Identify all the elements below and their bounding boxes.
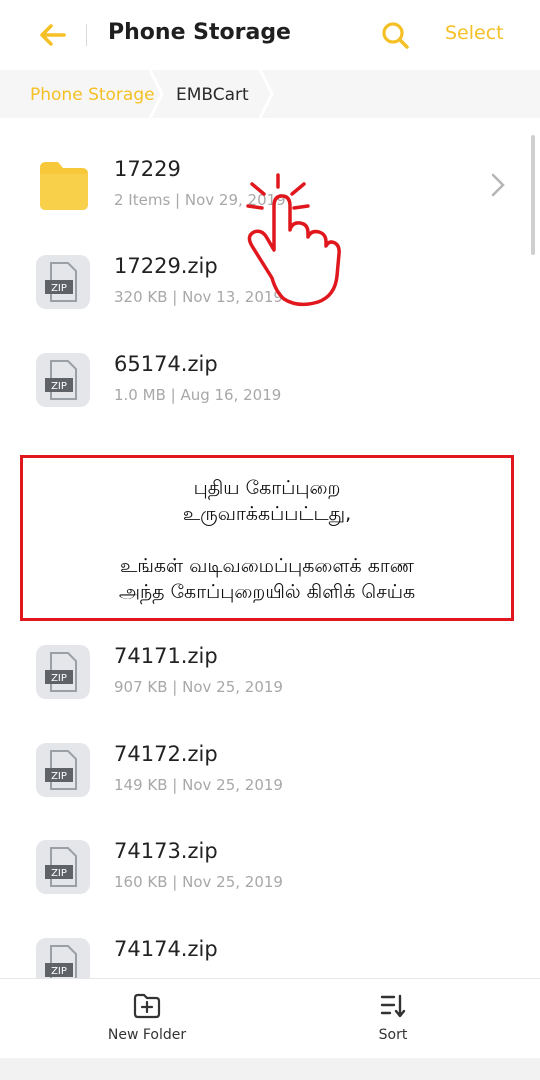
notice-line: அந்த கோப்புறையில் கிளிக் செய்க — [118, 581, 416, 603]
zip-file-icon: ZIP — [36, 645, 90, 699]
list-item-zip[interactable]: ZIP 65174.zip 1.0 MB | Aug 16, 2019 — [0, 333, 540, 430]
item-name: 17229 — [114, 157, 181, 181]
new-folder-icon — [133, 993, 161, 1019]
list-item-zip[interactable]: ZIP 74173.zip 160 KB | Nov 25, 2019 — [0, 820, 540, 917]
item-meta: 160 KB | Nov 25, 2019 — [114, 873, 283, 891]
scrollbar[interactable] — [531, 135, 535, 255]
search-button[interactable] — [380, 20, 410, 50]
item-name: 65174.zip — [114, 352, 218, 376]
item-meta: 149 KB | Nov 25, 2019 — [114, 776, 283, 794]
sort-icon — [380, 994, 406, 1018]
item-name: 17229.zip — [114, 254, 218, 278]
breadcrumb-separator-icon — [148, 70, 164, 118]
item-meta: 1.0 MB | Aug 16, 2019 — [114, 386, 282, 404]
arrow-left-icon — [40, 24, 66, 46]
system-nav-strip — [0, 1058, 540, 1080]
zip-file-icon: ZIP — [36, 938, 90, 978]
folder-icon — [40, 162, 88, 210]
zip-file-icon: ZIP — [36, 840, 90, 894]
notice-line: உருவாக்கப்பட்டது, — [182, 503, 352, 525]
zip-file-icon: ZIP — [36, 255, 90, 309]
zip-file-icon: ZIP — [36, 743, 90, 797]
sort-label: Sort — [378, 1027, 408, 1043]
tap-hand-icon — [246, 173, 341, 307]
app-header: Phone Storage Select — [0, 0, 540, 70]
bottom-action-bar: New Folder Sort — [0, 978, 540, 1059]
zip-badge-label: ZIP — [51, 673, 67, 684]
item-name: 74172.zip — [114, 742, 218, 766]
notice-line: உங்கள் வடிவமைப்புகளைக் காண — [120, 555, 414, 577]
item-name: 74171.zip — [114, 644, 218, 668]
zip-file-icon: ZIP — [36, 353, 90, 407]
breadcrumb-item-phone-storage[interactable]: Phone Storage — [30, 85, 155, 105]
zip-badge-label: ZIP — [51, 381, 67, 392]
zip-badge-label: ZIP — [51, 868, 67, 879]
item-name: 74173.zip — [114, 839, 218, 863]
breadcrumb: Phone Storage EMBCart — [0, 70, 540, 118]
breadcrumb-separator-icon — [258, 70, 274, 118]
search-icon — [382, 22, 409, 49]
list-item-zip[interactable]: ZIP 74172.zip 149 KB | Nov 25, 2019 — [0, 723, 540, 820]
sort-button[interactable]: Sort — [323, 993, 463, 1043]
header-divider — [86, 24, 87, 46]
back-button[interactable] — [36, 18, 70, 52]
list-item-zip[interactable]: ZIP 74171.zip 907 KB | Nov 25, 2019 — [0, 625, 540, 722]
instruction-notice: புதிய கோப்புறை உருவாக்கப்பட்டது, உங்கள் … — [20, 455, 514, 621]
new-folder-label: New Folder — [107, 1027, 187, 1043]
zip-badge-label: ZIP — [51, 966, 67, 977]
list-item-zip[interactable]: ZIP 74174.zip — [0, 918, 540, 978]
new-folder-button[interactable]: New Folder — [77, 993, 217, 1043]
chevron-right-icon — [491, 173, 505, 197]
select-button[interactable]: Select — [445, 22, 504, 44]
zip-badge-label: ZIP — [51, 283, 67, 294]
notice-line: புதிய கோப்புறை — [193, 477, 341, 499]
zip-badge-label: ZIP — [51, 771, 67, 782]
item-meta: 907 KB | Nov 25, 2019 — [114, 678, 283, 696]
item-name: 74174.zip — [114, 937, 218, 961]
page-title: Phone Storage — [108, 20, 291, 45]
breadcrumb-item-embcart[interactable]: EMBCart — [176, 85, 249, 105]
